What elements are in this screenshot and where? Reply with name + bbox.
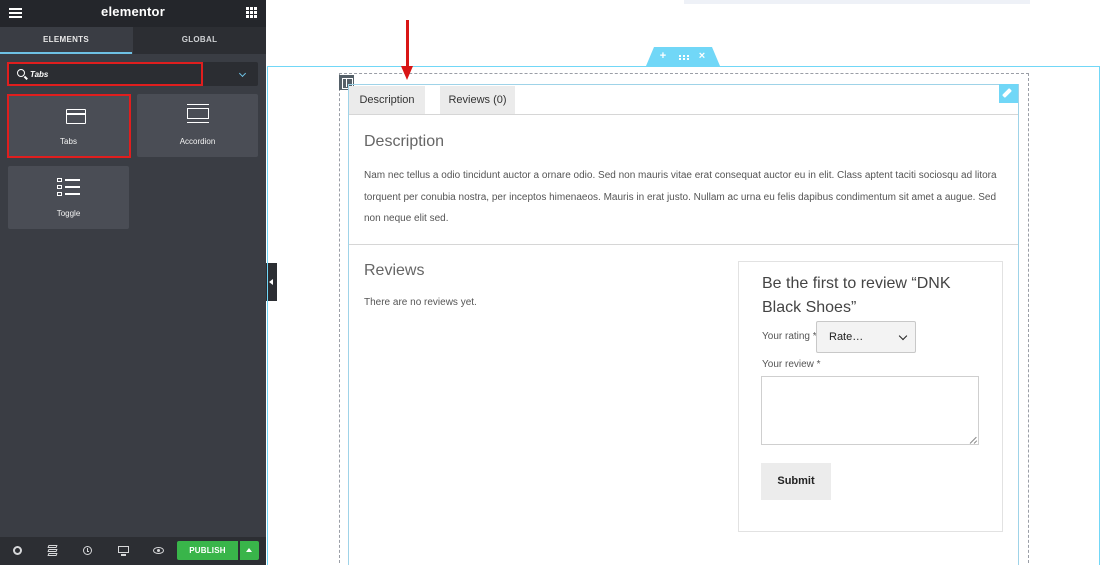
edit-widget-pencil-icon[interactable]	[999, 84, 1018, 103]
widget-label: Accordion	[179, 137, 216, 146]
navigator-layers-icon[interactable]	[47, 545, 58, 556]
elementor-logo: elementor	[101, 4, 165, 19]
review-textarea[interactable]	[761, 376, 979, 445]
review-label: Your review *	[762, 359, 821, 370]
preview-icon[interactable]	[153, 545, 164, 556]
publish-options-button[interactable]	[240, 541, 259, 560]
history-icon[interactable]	[82, 545, 93, 556]
panel-tabs: ELEMENTS GLOBAL	[0, 27, 266, 54]
annotation-arrow	[406, 20, 409, 68]
move-icon[interactable]	[679, 55, 689, 60]
section-handle: + ×	[646, 47, 720, 66]
chevron-down-icon	[898, 331, 908, 341]
rating-label: Your rating *	[762, 331, 817, 342]
tab-reviews[interactable]: Reviews (0)	[440, 86, 515, 114]
reviews-heading: Reviews	[364, 262, 425, 279]
rating-select[interactable]: Rate…	[816, 321, 916, 353]
widget-toggle[interactable]: Toggle	[8, 166, 129, 229]
chevron-down-icon[interactable]	[238, 69, 247, 78]
description-text: Nam nec tellus a odio tincidunt auctor a…	[364, 170, 997, 224]
description-heading: Description	[364, 133, 445, 150]
previous-section-edge	[684, 0, 1030, 4]
annotation-arrow-head	[401, 66, 413, 80]
responsive-mode-icon[interactable]	[118, 545, 129, 556]
tab-elements[interactable]: ELEMENTS	[0, 27, 132, 54]
tabs-divider	[349, 114, 1018, 115]
resize-grip-icon[interactable]	[969, 436, 978, 444]
review-form-title: Be the first to review “DNK Black Shoes”	[762, 275, 951, 316]
publish-button[interactable]: PUBLISH	[177, 541, 238, 560]
rating-select-value: Rate…	[829, 331, 864, 343]
widgets-grid-icon[interactable]	[246, 7, 257, 18]
tab-global[interactable]: GLOBAL	[133, 27, 266, 54]
no-reviews-text: There are no reviews yet.	[364, 297, 477, 308]
toggle-icon	[57, 177, 81, 197]
reviews-divider	[349, 244, 1018, 245]
search-highlight-box	[7, 62, 203, 86]
tabs-widget-highlight-box	[7, 94, 131, 158]
panel-footer: PUBLISH	[0, 537, 266, 565]
settings-icon[interactable]	[12, 545, 23, 556]
submit-button[interactable]: Submit	[761, 463, 831, 500]
accordion-icon	[187, 104, 209, 124]
elementor-panel: elementor ELEMENTS GLOBAL Tabs Accordion…	[0, 0, 266, 565]
panel-header: elementor	[0, 0, 266, 27]
delete-section-icon[interactable]: ×	[696, 51, 708, 63]
widget-label: Toggle	[56, 209, 81, 218]
tab-description[interactable]: Description	[349, 86, 425, 114]
add-section-icon[interactable]: +	[657, 51, 669, 63]
